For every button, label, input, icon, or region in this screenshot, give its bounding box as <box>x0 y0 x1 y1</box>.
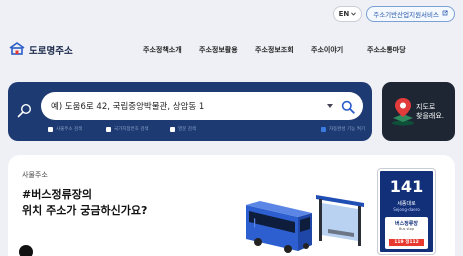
bus-stop-sign: 141 세종대로 Sejong-daero 버스정류장 Bus stop 119… <box>377 168 436 255</box>
bus-stop-illustration <box>240 189 372 256</box>
chevron-down-icon <box>351 10 357 18</box>
support-service-label: 주소기반산업지원서비스 <box>373 11 439 19</box>
option-label: 국가지점번호 검색 <box>114 127 149 132</box>
sign-stop-panel: 버스정류장 Bus stop 119 정112 <box>385 217 428 249</box>
search-input-value: 예) 도움6로 42, 국립중앙박물관, 상암동 1 <box>51 102 205 112</box>
option-autocomplete[interactable]: 자동완성 기능 켜기 <box>321 126 365 132</box>
checkbox[interactable] <box>48 126 53 132</box>
sign-road-name: 세종대로 <box>397 201 416 207</box>
search-input[interactable]: 예) 도움6로 42, 국립중앙박물관, 상암동 1 <box>41 92 363 120</box>
checkbox[interactable] <box>106 126 111 132</box>
sign-route-number: 141 <box>389 177 424 196</box>
carousel-control-button[interactable] <box>19 245 33 256</box>
nav-item-story[interactable]: 주소이야기 <box>311 45 367 55</box>
magnifier-icon <box>341 100 355 114</box>
nav-item-community[interactable]: 주소소통마당 <box>367 45 423 55</box>
option-english-search[interactable]: 영문 검색 <box>170 126 196 132</box>
search-icon <box>17 103 32 122</box>
language-label: EN <box>338 10 350 18</box>
feature-label: 사물주소 <box>22 171 48 179</box>
search-panel: 예) 도움6로 42, 국립중앙박물관, 상암동 1 사물주소 검색 국가지점번… <box>8 82 372 141</box>
option-label: 자동완성 기능 켜기 <box>329 127 365 132</box>
search-submit-button[interactable] <box>341 99 355 118</box>
map-pin-illustration <box>390 96 416 130</box>
feature-headline-line2: 위치 주소가 궁금하신가요? <box>22 204 148 217</box>
map-card-line2: 찾을래요. <box>416 112 444 120</box>
language-selector[interactable]: EN <box>332 6 363 22</box>
external-link-icon <box>442 10 448 18</box>
caret-down-icon[interactable] <box>327 104 333 108</box>
nav-item-utilization[interactable]: 주소정보활용 <box>199 45 255 55</box>
feature-headline-line1: #버스정류장의 <box>22 188 92 201</box>
nav-item-lookup[interactable]: 주소정보조회 <box>255 45 311 55</box>
site-logo[interactable]: 도로명주소 <box>9 40 73 59</box>
logo-text: 도로명주소 <box>29 45 73 57</box>
house-logo-icon <box>9 40 25 59</box>
site-header: 도로명주소 주소정책소개 주소정보활용 주소정보조회 주소이야기 주소소통마당 <box>0 26 463 72</box>
utility-bar: EN 주소기반산업지원서비스 <box>332 6 455 22</box>
sign-stop-name-en: Bus stop <box>398 227 415 231</box>
feature-card: 사물주소 #버스정류장의 위치 주소가 궁금하신가요? 141 세종대로 Sej… <box>8 155 455 256</box>
option-national-point[interactable]: 국가지점번호 검색 <box>106 126 149 132</box>
sign-road-name-en: Sejong-daero <box>393 207 420 212</box>
feature-headline: #버스정류장의 위치 주소가 궁금하신가요? <box>22 187 147 219</box>
search-options: 사물주소 검색 국가지점번호 검색 영문 검색 자동완성 기능 켜기 <box>48 126 365 136</box>
sign-stop-name: 버스정류장 <box>394 221 418 227</box>
main-nav: 주소정책소개 주소정보활용 주소정보조회 주소이야기 주소소통마당 <box>143 45 423 55</box>
map-search-card[interactable]: 지도로 찾을래요. <box>382 82 455 141</box>
support-service-link[interactable]: 주소기반산업지원서비스 <box>366 6 455 22</box>
option-label: 영문 검색 <box>178 127 196 132</box>
option-object-address[interactable]: 사물주소 검색 <box>48 126 82 132</box>
map-card-text: 지도로 찾을래요. <box>416 103 444 121</box>
checkbox-checked[interactable] <box>321 126 326 132</box>
option-label: 사물주소 검색 <box>56 127 83 132</box>
checkbox[interactable] <box>170 126 175 132</box>
sign-stop-code: 119 정112 <box>389 239 424 246</box>
map-card-line1: 지도로 <box>416 103 436 111</box>
nav-item-policy[interactable]: 주소정책소개 <box>143 45 199 55</box>
